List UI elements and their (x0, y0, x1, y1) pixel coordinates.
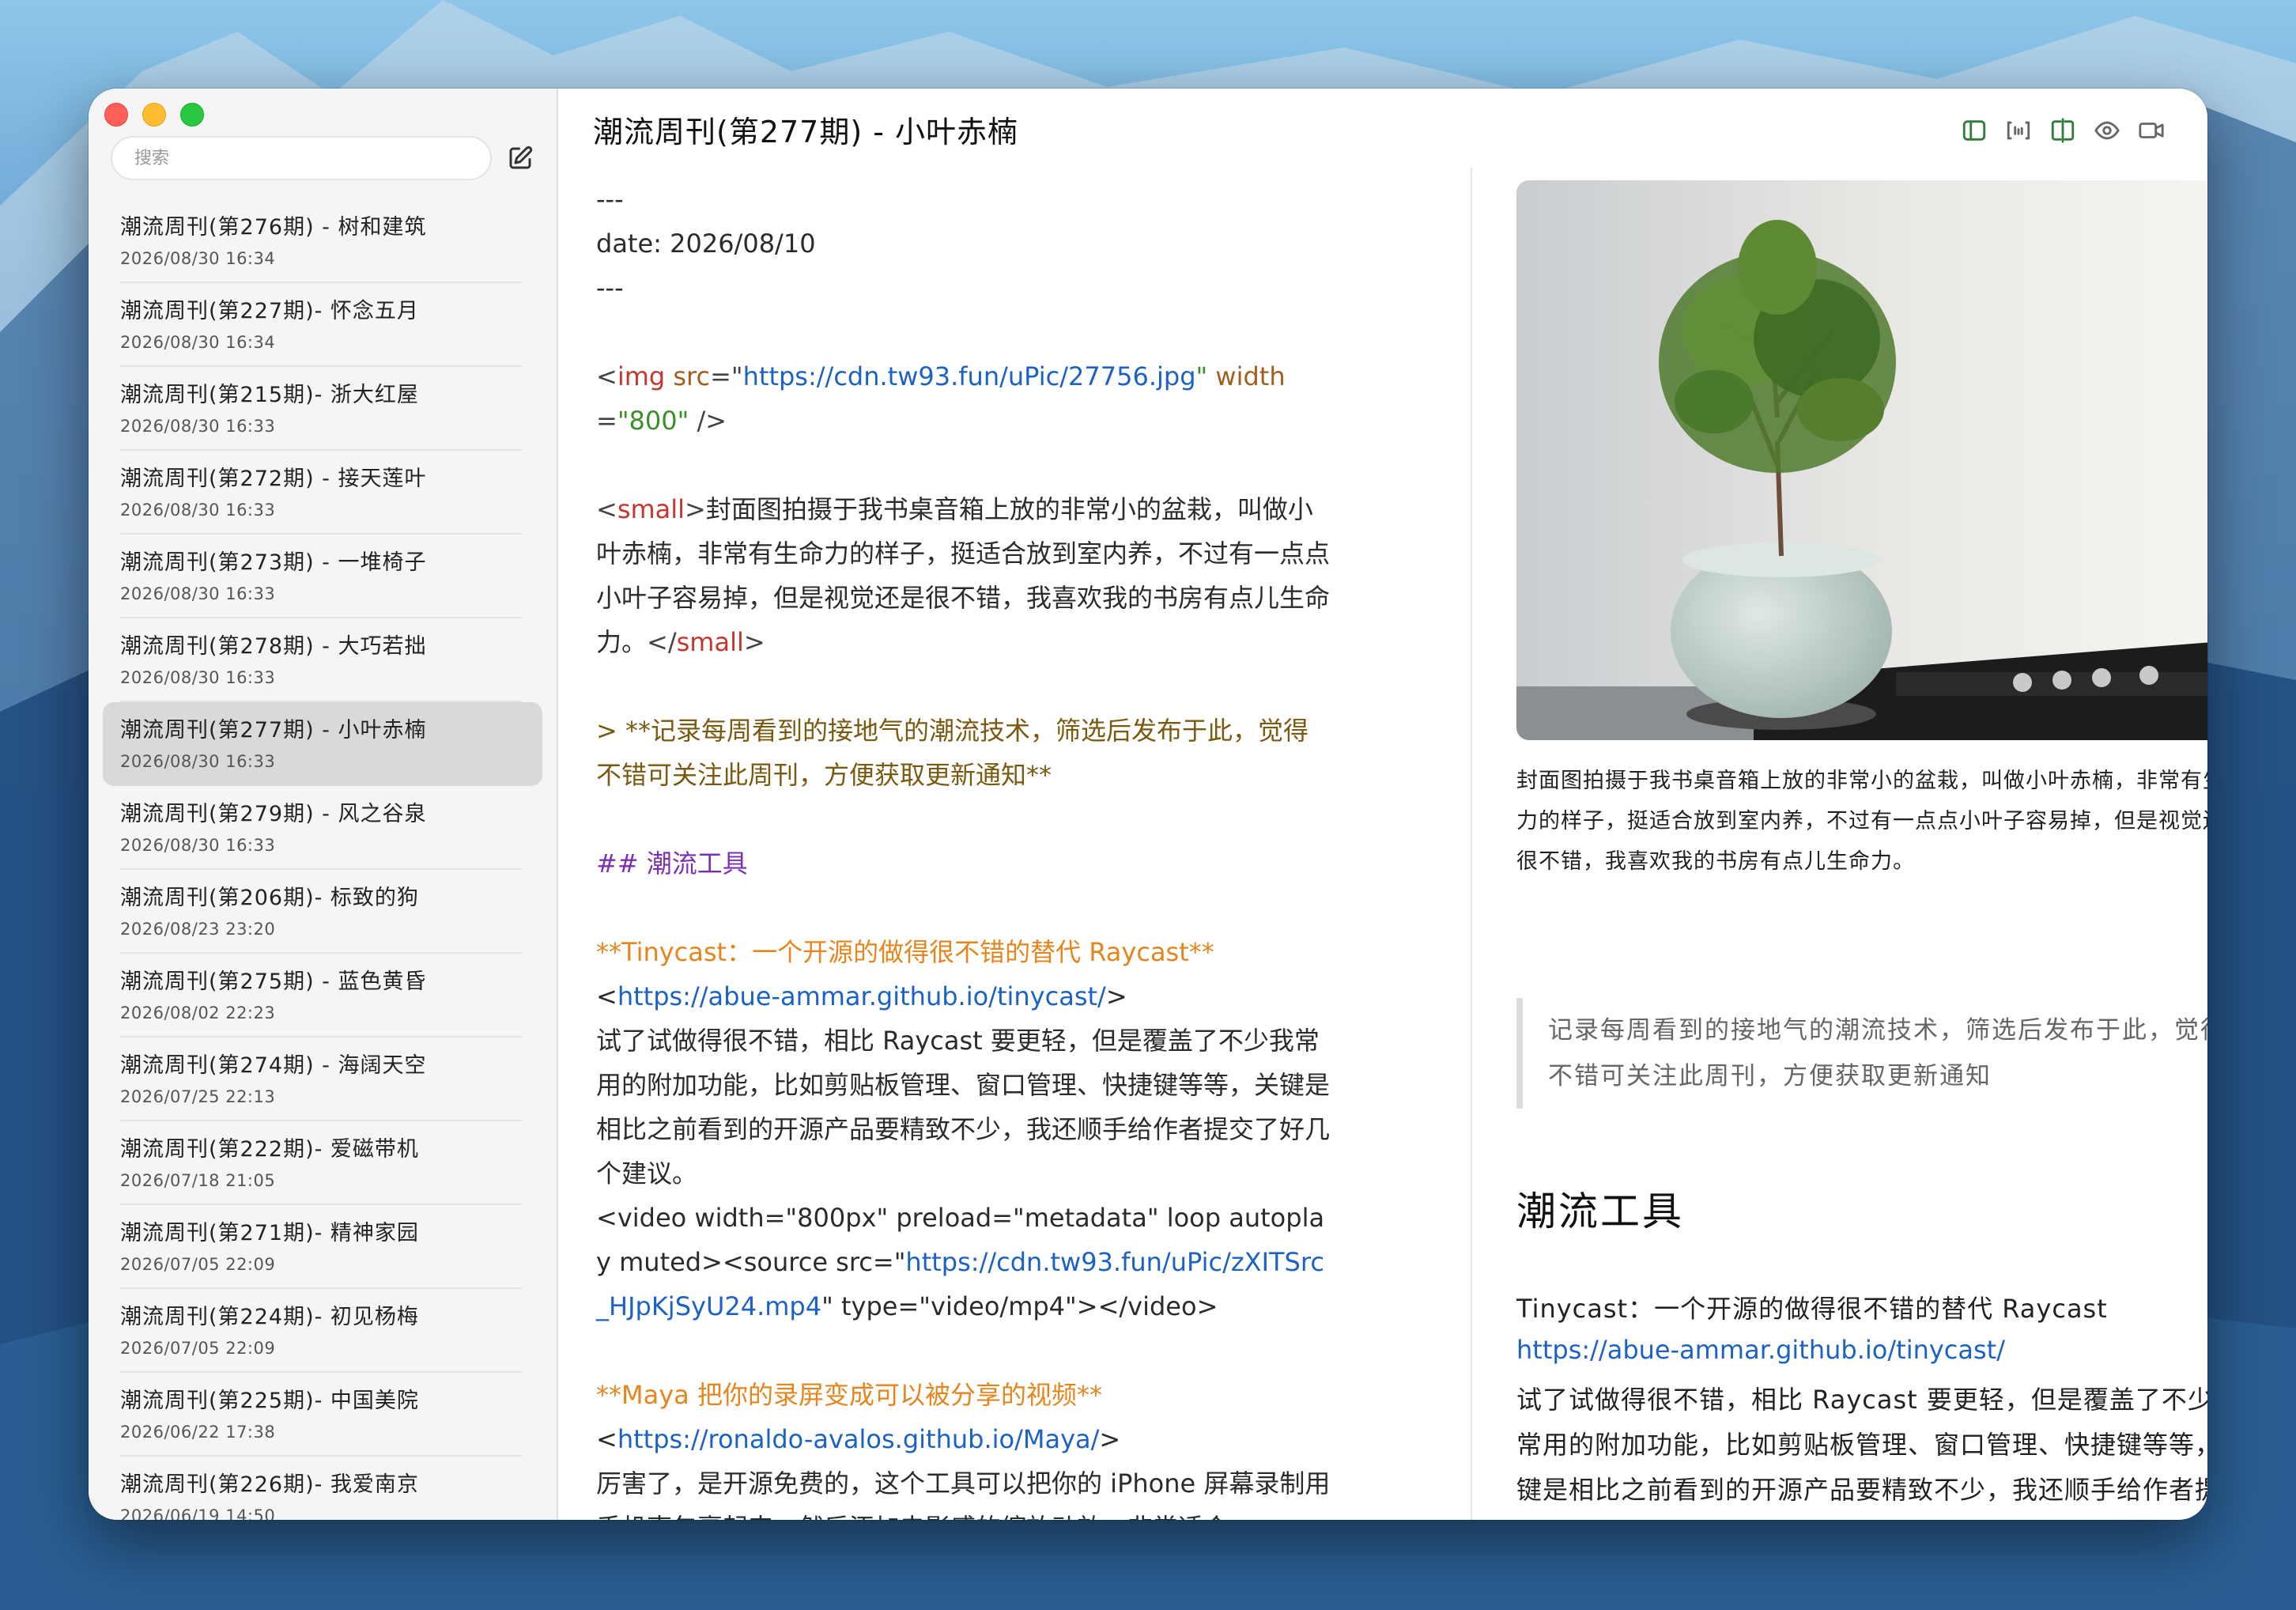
list-item[interactable]: 潮流周刊(第222期)- 爱磁带机 2026/07/18 21:05 (103, 1121, 542, 1205)
note-date: 2026/08/30 16:33 (120, 668, 276, 687)
list-item[interactable]: 潮流周刊(第227期)- 怀念五月 2026/08/30 16:34 (103, 283, 542, 367)
small-block: <small>封面图拍摄于我书桌音箱上放的非常小的盆栽，叫做小叶赤楠，非常有生命… (596, 494, 1331, 657)
app-window: 潮流周刊(第276期) - 树和建筑 2026/08/30 16:34 潮流周刊(… (89, 89, 2207, 1520)
frontmatter-date: date: 2026/08/10 (596, 229, 816, 259)
note-date: 2026/08/30 16:33 (120, 836, 276, 855)
note-title: 潮流周刊(第279期) - 风之谷泉 (120, 802, 427, 826)
search-input[interactable] (133, 147, 490, 169)
list-item[interactable]: 潮流周刊(第276期) - 树和建筑 2026/08/30 16:34 (103, 199, 542, 283)
tool1-text: 试了试做得很不错，相比 Raycast 要更轻，但是覆盖了不少我常用的附加功能，… (596, 1026, 1331, 1189)
note-title: 潮流周刊(第227期)- 怀念五月 (120, 299, 419, 323)
note-title: 潮流周刊(第274期) - 海阔天空 (120, 1053, 427, 1078)
note-title: 潮流周刊(第222期)- 爱磁带机 (120, 1137, 419, 1162)
list-item[interactable]: 潮流周刊(第272期) - 接天莲叶 2026/08/30 16:33 (103, 451, 542, 535)
note-date: 2026/07/05 22:09 (120, 1255, 276, 1274)
tool2-bold-line: **Maya 把你的录屏变成可以被分享的视频** (596, 1380, 1102, 1410)
note-date: 2026/08/30 16:33 (120, 752, 276, 771)
list-item[interactable]: 潮流周刊(第225期)- 中国美院 2026/06/22 17:38 (103, 1373, 542, 1457)
note-date: 2026/08/23 23:20 (120, 920, 276, 939)
note-date: 2026/08/30 16:33 (120, 501, 276, 520)
note-date: 2026/08/30 16:33 (120, 417, 276, 436)
note-title: 潮流周刊(第225期)- 中国美院 (120, 1389, 419, 1413)
note-title: 潮流周刊(第206期)- 标致的狗 (120, 886, 419, 910)
note-date: 2026/07/05 22:09 (120, 1339, 276, 1358)
note-date: 2026/08/30 16:34 (120, 333, 276, 352)
layout-icon[interactable] (2049, 117, 2076, 144)
heading-line: ## 潮流工具 (596, 848, 748, 879)
note-title: 潮流周刊(第272期) - 接天莲叶 (120, 467, 427, 491)
window-controls (104, 103, 204, 127)
search-box[interactable] (111, 136, 492, 180)
note-title: 潮流周刊(第215期)- 浙大红屋 (120, 383, 419, 407)
zoom-window-button[interactable] (180, 103, 204, 127)
list-item[interactable]: 潮流周刊(第224期)- 初见杨梅 2026/07/05 22:09 (103, 1289, 542, 1373)
toolbar (1961, 117, 2165, 144)
list-item[interactable]: 潮流周刊(第274期) - 海阔天空 2026/07/25 22:13 (103, 1037, 542, 1121)
note-title: 潮流周刊(第277期) - 小叶赤楠 (120, 718, 427, 743)
cover-image (1516, 180, 2207, 740)
preview-tool-link[interactable]: https://abue-ammar.github.io/tinycast/ (1516, 1335, 2005, 1365)
cover-caption: 封面图拍摄于我书桌音箱上放的非常小的盆栽，叫做小叶赤楠，非常有生命力的样子，挺适… (1516, 769, 2207, 874)
preview-blockquote: 记录每周看到的接地气的潮流技术，筛选后发布于此，觉得不错可关注此周刊，方便获取更… (1516, 998, 2207, 1109)
preview-tool-title: Tinycast：一个开源的做得很不错的替代 Raycast (1516, 1294, 2108, 1324)
note-title: 潮流周刊(第271期)- 精神家园 (120, 1221, 419, 1245)
tool2-link-line: <https://ronaldo-avalos.github.io/Maya/> (596, 1424, 1121, 1454)
close-window-button[interactable] (104, 103, 128, 127)
list-item-selected[interactable]: 潮流周刊(第277期) - 小叶赤楠 2026/08/30 16:33 (103, 702, 542, 786)
note-date: 2026/07/18 21:05 (120, 1171, 276, 1190)
note-date: 2026/08/30 16:34 (120, 249, 276, 268)
img-line: <img src="https://cdn.tw93.fun/uPic/2775… (596, 361, 1286, 436)
list-item[interactable]: 潮流周刊(第226期)- 我爱南京 2026/06/19 14:50 (103, 1457, 542, 1520)
document-header: 潮流周刊(第277期) - 小叶赤楠 (557, 89, 2207, 176)
list-item[interactable]: 潮流周刊(第273期) - 一堆椅子 2026/08/30 16:33 (103, 535, 542, 618)
list-item[interactable]: 潮流周刊(第271期)- 精神家园 2026/07/05 22:09 (103, 1205, 542, 1289)
note-list: 潮流周刊(第276期) - 树和建筑 2026/08/30 16:34 潮流周刊(… (103, 199, 542, 1520)
note-title: 潮流周刊(第275期) - 蓝色黄昏 (120, 969, 427, 994)
list-item[interactable]: 潮流周刊(第275期) - 蓝色黄昏 2026/08/02 22:23 (103, 954, 542, 1037)
list-item[interactable]: 潮流周刊(第206期)- 标致的狗 2026/08/23 23:20 (103, 870, 542, 954)
sidebar-toggle-icon[interactable] (1961, 117, 1988, 144)
note-title: 潮流周刊(第276期) - 树和建筑 (120, 215, 427, 240)
editor-content[interactable]: --- date: 2026/08/10 --- <img src="https:/… (596, 177, 1331, 1520)
preview-heading: 潮流工具 (1516, 1189, 1684, 1234)
preview-tool-text: 试了试做得很不错，相比 Raycast 要更轻，但是覆盖了不少我常用的附加功能，… (1516, 1385, 2207, 1505)
tool1-link-line: <https://abue-ammar.github.io/tinycast/> (596, 981, 1127, 1011)
list-item[interactable]: 潮流周刊(第279期) - 风之谷泉 2026/08/30 16:33 (103, 786, 542, 870)
frontmatter-separator: --- (596, 273, 624, 303)
note-date: 2026/08/30 16:33 (120, 584, 276, 603)
sidebar: 潮流周刊(第276期) - 树和建筑 2026/08/30 16:34 潮流周刊(… (89, 89, 558, 1520)
note-title: 潮流周刊(第278期) - 大巧若拙 (120, 634, 427, 659)
compose-icon[interactable] (506, 144, 534, 172)
list-item[interactable]: 潮流周刊(第215期)- 浙大红屋 2026/08/30 16:33 (103, 367, 542, 451)
note-title: 潮流周刊(第226期)- 我爱南京 (120, 1472, 419, 1497)
note-date: 2026/06/19 14:50 (120, 1506, 276, 1520)
video-camera-icon[interactable] (2138, 117, 2165, 144)
page-title: 潮流周刊(第277期) - 小叶赤楠 (593, 115, 1019, 149)
note-date: 2026/07/25 22:13 (120, 1087, 276, 1106)
list-item[interactable]: 潮流周刊(第278期) - 大巧若拙 2026/08/30 16:33 (103, 618, 542, 702)
tool1-bold-line: **Tinycast：一个开源的做得很不错的替代 Raycast** (596, 937, 1214, 967)
markdown-editor[interactable]: --- date: 2026/08/10 --- <img src="https:/… (557, 168, 1472, 1520)
split-view-icon[interactable] (2005, 117, 2032, 144)
markdown-preview[interactable]: 封面图拍摄于我书桌音箱上放的非常小的盆栽，叫做小叶赤楠，非常有生命力的样子，挺适… (1471, 168, 2207, 1520)
frontmatter-separator: --- (596, 184, 624, 214)
minimize-window-button[interactable] (142, 103, 166, 127)
eye-icon[interactable] (2094, 117, 2120, 144)
note-title: 潮流周刊(第273期) - 一堆椅子 (120, 550, 427, 575)
video-line: <video width="800px" preload="metadata" … (596, 1203, 1325, 1321)
tool2-text: 厉害了，是开源免费的，这个工具可以把你的 iPhone 屏幕录制用手机壳包裹起来… (596, 1468, 1331, 1520)
note-date: 2026/06/22 17:38 (120, 1423, 276, 1442)
blockquote-line: > **记录每周看到的接地气的潮流技术，筛选后发布于此，觉得不错可关注此周刊，方… (596, 716, 1308, 790)
note-title: 潮流周刊(第224期)- 初见杨梅 (120, 1305, 419, 1329)
note-date: 2026/08/02 22:23 (120, 1003, 276, 1022)
